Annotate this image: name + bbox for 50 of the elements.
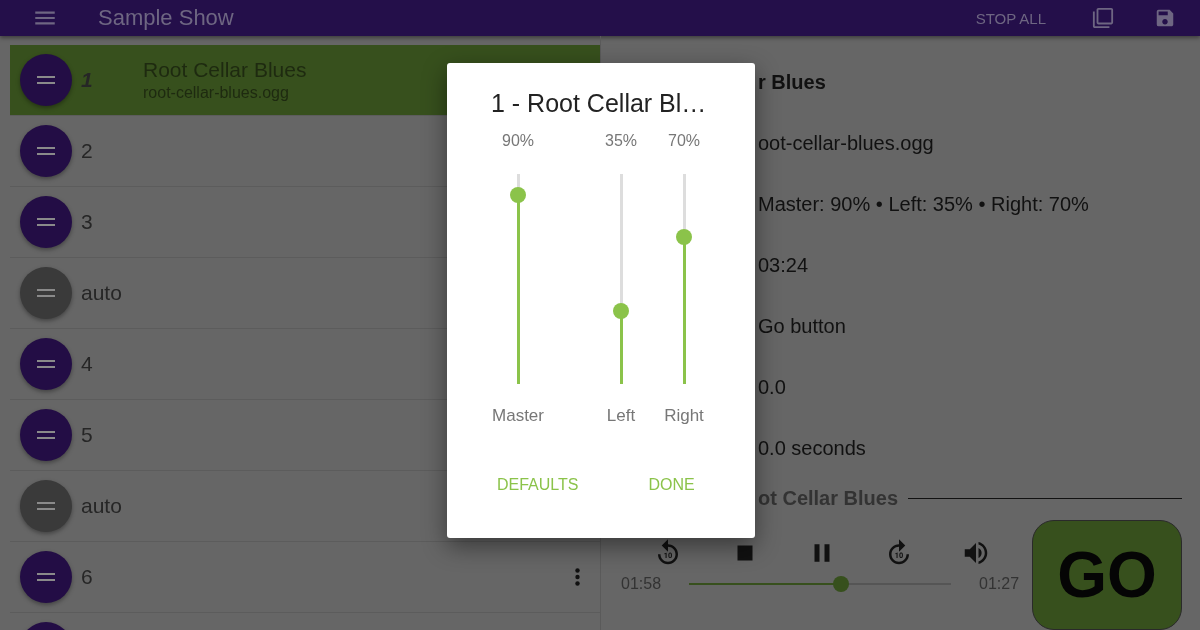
channel-label: Master (492, 406, 544, 426)
cue-number: 2 (81, 139, 94, 163)
channel-label: Right (664, 406, 704, 426)
slider-thumb[interactable] (510, 187, 526, 203)
drag-handle[interactable] (20, 267, 72, 319)
drag-handle-icon (37, 502, 55, 510)
more-menu-button[interactable] (575, 568, 580, 586)
detail-text: Go button (758, 314, 847, 339)
slider-thumb[interactable] (676, 229, 692, 245)
drag-handle[interactable] (20, 125, 72, 177)
channel-label: Left (606, 406, 636, 426)
drag-handle-icon (37, 431, 55, 439)
cue-number: 3 (81, 210, 94, 234)
detail-text: 0.0 (758, 375, 787, 400)
detail-text: oot-cellar-blues.ogg (758, 131, 935, 156)
cue-number: auto (81, 281, 123, 305)
dialog-button[interactable]: DONE (642, 470, 701, 500)
drag-handle-icon (37, 76, 55, 84)
more-icon (575, 568, 580, 586)
detail-heading: r Blues (758, 70, 827, 95)
drag-handle[interactable] (20, 196, 72, 248)
slider-thumb[interactable] (613, 302, 629, 319)
drag-handle-icon (37, 147, 55, 155)
cue-number: auto (81, 494, 123, 518)
detail-text: 0.0 seconds (758, 436, 867, 461)
drag-handle[interactable] (20, 54, 72, 106)
cue-number: 6 (81, 565, 94, 589)
detail-text: 03:24 (758, 253, 810, 278)
cue-row[interactable]: 6 (10, 542, 600, 613)
volume-reading: 90% (502, 132, 534, 151)
cue-number: 5 (81, 423, 94, 447)
volume-reading: 35% (605, 132, 637, 151)
drag-handle[interactable] (20, 409, 72, 461)
volume-reading: 70% (668, 132, 700, 151)
drag-handle-icon (37, 573, 55, 581)
dialog-button[interactable]: DEFAULTS (491, 470, 585, 500)
stop-all-button[interactable]: STOP ALL (969, 5, 1052, 31)
detail-text: Master: 90% • Left: 35% • Right: 70% (758, 192, 1090, 217)
save-icon[interactable] (1154, 7, 1176, 29)
drag-handle[interactable] (20, 551, 72, 603)
drag-handle-icon (37, 360, 55, 368)
progress-thumb[interactable] (833, 576, 849, 592)
drag-handle[interactable] (20, 338, 72, 390)
stack-icon[interactable] (1092, 7, 1114, 29)
drag-handle-icon (37, 218, 55, 226)
go-button[interactable]: GO (1032, 520, 1182, 630)
drag-handle-icon (37, 289, 55, 297)
cue-number: 4 (81, 352, 94, 376)
drag-handle[interactable] (20, 480, 72, 532)
app-title: Sample Show (98, 5, 235, 31)
